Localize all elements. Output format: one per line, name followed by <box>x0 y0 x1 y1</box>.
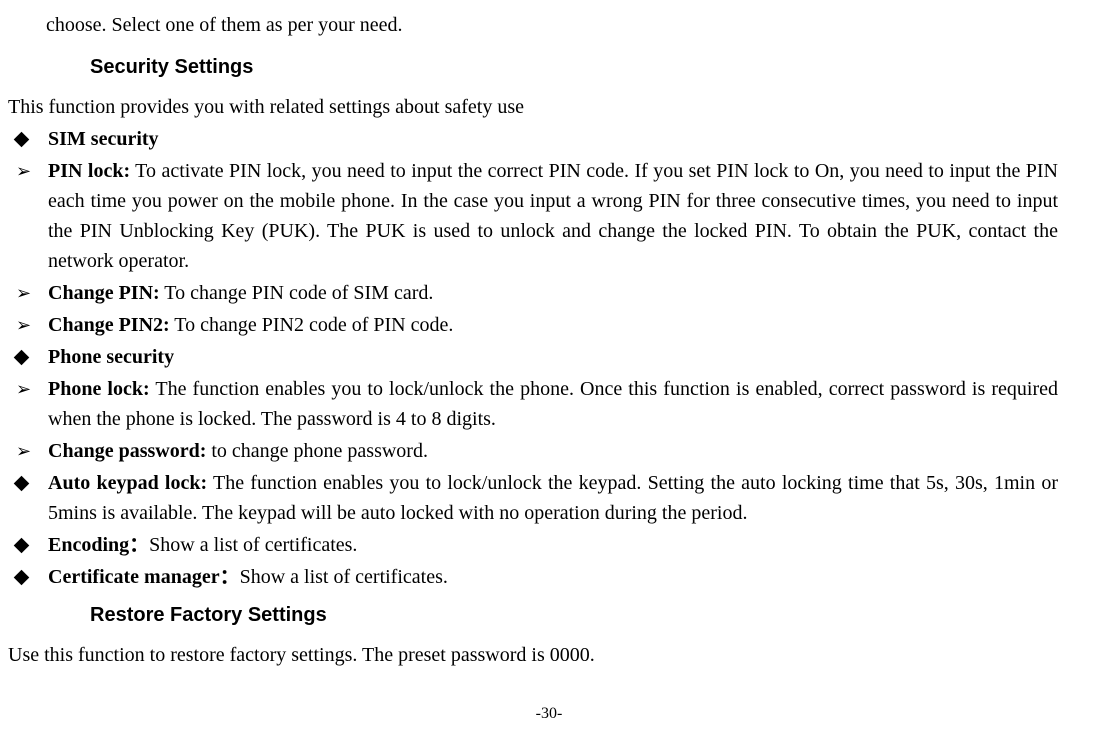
restore-factory-description: Use this function to restore factory set… <box>8 640 1058 670</box>
list-item-sim-security: SIM security <box>8 124 1058 154</box>
cert-manager-text: Show a list of certificates. <box>240 566 448 588</box>
list-item-encoding: Encoding：Show a list of certificates. <box>8 530 1058 560</box>
phone-lock-text: The function enables you to lock/unlock … <box>48 378 1058 430</box>
list-item-phone-lock: ➢ Phone lock: The function enables you t… <box>8 374 1058 434</box>
intro-text: choose. Select one of them as per your n… <box>46 10 1058 40</box>
list-item-cert-manager: Certificate manager：Show a list of certi… <box>8 562 1058 592</box>
page-number: -30- <box>536 702 563 726</box>
list-item-change-pin2: ➢ Change PIN2: To change PIN2 code of PI… <box>8 310 1058 340</box>
arrow-bullet-icon: ➢ <box>8 374 48 404</box>
list-item-change-pin: ➢ Change PIN: To change PIN code of SIM … <box>8 278 1058 308</box>
change-pin-text: To change PIN code of SIM card. <box>160 282 434 304</box>
arrow-bullet-icon: ➢ <box>8 436 48 466</box>
change-pin2-label: Change PIN2: <box>48 314 170 336</box>
sim-security-label: SIM security <box>48 128 159 150</box>
security-settings-heading: Security Settings <box>90 52 1058 82</box>
change-password-label: Change password: <box>48 440 206 462</box>
encoding-label: Encoding： <box>48 534 149 556</box>
list-item-phone-security: Phone security <box>8 342 1058 372</box>
list-item-auto-keypad: Auto keypad lock: The function enables y… <box>8 468 1058 528</box>
cert-manager-label: Certificate manager： <box>48 566 240 588</box>
diamond-bullet-icon <box>8 468 48 498</box>
arrow-bullet-icon: ➢ <box>8 156 48 186</box>
list-item-change-password: ➢ Change password: to change phone passw… <box>8 436 1058 466</box>
diamond-bullet-icon <box>8 124 48 154</box>
diamond-bullet-icon <box>8 562 48 592</box>
restore-factory-heading: Restore Factory Settings <box>90 600 1058 630</box>
security-description: This function provides you with related … <box>8 92 1058 122</box>
diamond-bullet-icon <box>8 342 48 372</box>
pin-lock-label: PIN lock: <box>48 160 130 182</box>
encoding-text: Show a list of certificates. <box>149 534 357 556</box>
diamond-bullet-icon <box>8 530 48 560</box>
arrow-bullet-icon: ➢ <box>8 278 48 308</box>
pin-lock-text: To activate PIN lock, you need to input … <box>48 160 1058 272</box>
list-item-pin-lock: ➢ PIN lock: To activate PIN lock, you ne… <box>8 156 1058 276</box>
change-pin-label: Change PIN: <box>48 282 160 304</box>
auto-keypad-label: Auto keypad lock: <box>48 472 207 494</box>
phone-lock-label: Phone lock: <box>48 378 150 400</box>
change-password-text: to change phone password. <box>206 440 428 462</box>
phone-security-label: Phone security <box>48 346 174 368</box>
change-pin2-text: To change PIN2 code of PIN code. <box>170 314 454 336</box>
arrow-bullet-icon: ➢ <box>8 310 48 340</box>
